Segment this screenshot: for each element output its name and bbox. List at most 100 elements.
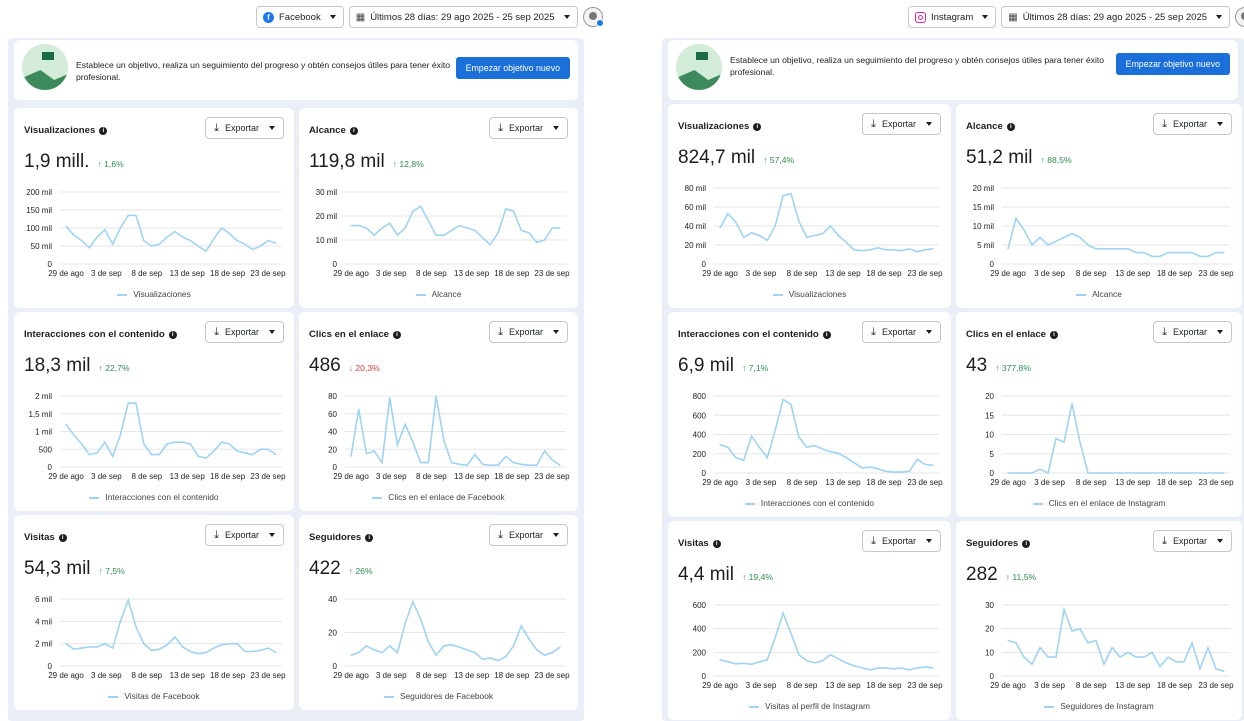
data-point — [1103, 472, 1105, 474]
x-tick-label: 18 de sep — [1157, 478, 1193, 487]
info-icon[interactable]: i — [1050, 330, 1058, 339]
metric-change: ↑ 57,4% — [763, 155, 795, 165]
x-tick-label: 8 de sep — [1076, 269, 1107, 278]
platform-select[interactable]: f Facebook — [256, 6, 344, 28]
info-icon[interactable]: i — [822, 330, 831, 339]
data-point — [924, 463, 926, 466]
data-point — [750, 232, 753, 234]
info-icon[interactable]: i — [1022, 539, 1031, 548]
x-tick-label: 8 de sep — [787, 269, 818, 278]
export-button[interactable]: ⤓ Exportar — [205, 524, 284, 546]
metric-value: 18,3 mil — [24, 355, 91, 376]
data-point — [1071, 233, 1073, 235]
data-point — [1111, 647, 1113, 649]
data-point — [869, 466, 871, 468]
info-icon[interactable]: i — [393, 330, 401, 339]
data-point — [1087, 244, 1089, 246]
platform-select[interactable]: Instagram — [908, 6, 997, 28]
chart-legend: Interacciones con el contenido — [14, 492, 294, 502]
info-icon[interactable]: i — [365, 533, 374, 542]
data-point — [244, 243, 246, 245]
metric-change: ↑ 12,8% — [392, 159, 424, 169]
info-icon[interactable]: i — [58, 533, 67, 542]
x-tick-label: 13 de sep — [1115, 478, 1151, 487]
data-point — [174, 636, 176, 638]
export-button[interactable]: ⤓ Exportar — [489, 524, 568, 546]
series-line — [65, 597, 277, 655]
metric-card: Visualizaciones i ⤓ Exportar 824,7 mil ↑ 57,4… — [668, 104, 951, 308]
data-point — [932, 248, 934, 250]
x-tick-label: 29 de ago — [48, 671, 84, 680]
data-point — [80, 647, 83, 649]
data-point — [1015, 642, 1017, 644]
x-tick-label: 3 de sep — [376, 671, 407, 680]
data-point — [451, 643, 453, 646]
data-point — [182, 236, 184, 238]
start-goal-button[interactable]: Empezar objetivo nuevo — [1115, 53, 1230, 75]
metric-change: ↑ 7,5% — [98, 566, 125, 576]
avatar[interactable] — [582, 7, 604, 27]
data-point — [766, 457, 768, 459]
info-icon[interactable]: i — [168, 330, 177, 339]
x-tick-label: 18 de sep — [866, 478, 902, 487]
date-range-select[interactable]: ▦ Últimos 28 días: 29 ago 2025 - 25 sep … — [348, 6, 578, 28]
card-title: Alcance i — [309, 125, 358, 136]
data-point — [1047, 244, 1049, 246]
data-point — [96, 646, 98, 648]
x-tick-label: 13 de sep — [454, 472, 490, 481]
line-chart: 0 5 10 15 20 29 de ago 3 de sep 8 de sep 13 de s… — [985, 392, 1234, 487]
x-tick-label: 29 de ago — [702, 269, 738, 278]
card-title-label: Visitas — [24, 532, 55, 543]
export-button[interactable]: ⤓ Exportar — [205, 321, 284, 343]
export-button[interactable]: ⤓ Exportar — [862, 321, 941, 343]
metric-summary: 824,7 mil ↑ 57,4% — [678, 147, 794, 169]
export-button[interactable]: ⤓ Exportar — [489, 321, 568, 343]
y-tick-label: 10 mil — [316, 236, 338, 245]
info-icon[interactable]: i — [349, 126, 358, 135]
chart-legend: Clics en el enlace de Instagram — [956, 498, 1242, 508]
data-point — [790, 632, 792, 634]
export-button[interactable]: ⤓ Exportar — [489, 117, 568, 139]
data-point — [189, 240, 192, 242]
export-button[interactable]: ⤓ Exportar — [1153, 530, 1232, 552]
data-point — [412, 210, 414, 212]
data-point — [505, 208, 507, 210]
data-point — [750, 663, 753, 665]
data-point — [1159, 472, 1161, 474]
data-point — [559, 227, 561, 229]
info-icon[interactable]: i — [99, 126, 108, 135]
start-goal-button[interactable]: Empezar objetivo nuevo — [455, 57, 570, 79]
data-point — [853, 462, 855, 464]
y-tick-label: 0 — [702, 260, 707, 269]
data-point — [528, 638, 530, 640]
export-label: Exportar — [508, 123, 543, 133]
info-icon[interactable]: i — [753, 122, 762, 131]
metric-summary: 486 ↓ 20,3% — [309, 355, 380, 377]
x-tick-label: 3 de sep — [91, 671, 122, 680]
facebook-icon: f — [263, 11, 274, 23]
date-range-select[interactable]: ▦ Últimos 28 días: 29 ago 2025 - 25 sep … — [1001, 6, 1231, 28]
y-tick-label: 60 mil — [685, 203, 707, 212]
info-icon[interactable]: i — [1006, 122, 1015, 131]
y-tick-label: 0 — [702, 469, 707, 478]
avatar[interactable] — [1235, 7, 1244, 27]
y-tick-label: 80 mil — [685, 184, 707, 193]
info-icon[interactable]: i — [712, 539, 721, 548]
line-chart: 0 500 1 mil 1,5 mil 2 mil 29 de ago 3 de sep 8 … — [28, 392, 286, 481]
x-tick-label: 23 de sep — [534, 472, 570, 481]
data-point — [1215, 472, 1217, 474]
line-chart: 0 20 40 60 80 29 de ago 3 de sep 8 de sep 13 de … — [328, 392, 570, 481]
x-tick-label: 18 de sep — [210, 671, 246, 680]
export-button[interactable]: ⤓ Exportar — [1153, 321, 1232, 343]
export-button[interactable]: ⤓ Exportar — [862, 113, 941, 135]
metric-card: Visitas i ⤓ Exportar 4,4 mil ↑ 19,4% Visitas a… — [668, 521, 951, 720]
data-point — [275, 242, 277, 244]
export-button[interactable]: ⤓ Exportar — [862, 530, 941, 552]
data-point — [1143, 472, 1145, 474]
export-button[interactable]: ⤓ Exportar — [205, 117, 284, 139]
x-tick-label: 18 de sep — [494, 671, 530, 680]
y-tick-label: 2 mil — [35, 392, 52, 401]
export-button[interactable]: ⤓ Exportar — [1153, 113, 1232, 135]
data-point — [924, 666, 926, 668]
x-tick-label: 18 de sep — [210, 472, 246, 481]
